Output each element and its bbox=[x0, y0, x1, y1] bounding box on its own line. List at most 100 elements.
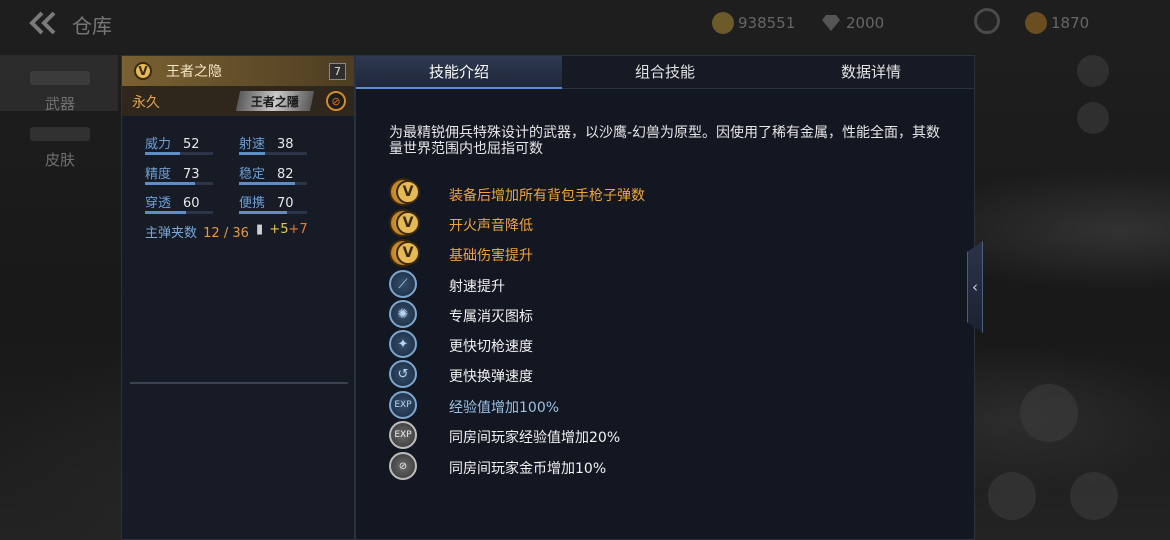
stat-stability: 稳定 82 bbox=[239, 163, 307, 185]
gold-currency: 938551 bbox=[712, 11, 795, 35]
tab-data-details[interactable]: 数据详情 bbox=[768, 56, 974, 89]
token-icon bbox=[1025, 12, 1047, 34]
stat-bar bbox=[239, 211, 307, 214]
top-bar: 仓库 938551 2000 1870 bbox=[0, 0, 1170, 46]
category-nav: 武器 皮肤 bbox=[0, 55, 118, 169]
stat-penetration: 穿透 60 bbox=[145, 192, 213, 214]
stat-bar bbox=[239, 182, 307, 185]
vip-badge-icon: V bbox=[134, 62, 152, 80]
skill-row: ⊘ bbox=[389, 452, 417, 480]
stat-bar bbox=[145, 152, 213, 155]
swap-icon[interactable] bbox=[988, 472, 1036, 520]
bullet-bonus: ▮ +5+7 bbox=[256, 222, 308, 237]
weapon-header: V 王者之隐 7 bbox=[122, 56, 354, 86]
vip-badge-icon: V bbox=[396, 180, 420, 204]
stat-accuracy: 精度 73 bbox=[145, 163, 213, 185]
stat-bar bbox=[145, 182, 213, 185]
skill-row: ✺ bbox=[389, 300, 417, 328]
stat-value: 70 bbox=[277, 196, 294, 211]
stat-fire-rate: 射速 38 bbox=[239, 133, 307, 155]
info-panel: 技能介绍 组合技能 数据详情 为最精锐佣兵特殊设计的武器，以沙鹰-幻兽为原型。因… bbox=[355, 55, 983, 540]
stat-value: 38 bbox=[277, 137, 294, 152]
weapon-level: 7 bbox=[329, 63, 346, 80]
target-icon[interactable] bbox=[1077, 55, 1109, 87]
vip-badge-icon: V bbox=[396, 211, 420, 235]
skill-row: ✦ bbox=[389, 330, 417, 358]
weapon-emblem-tag: 王者之隱 bbox=[235, 91, 315, 111]
rifle-icon bbox=[30, 127, 90, 141]
bullet-bonus-1: +5 bbox=[269, 222, 289, 237]
skill-label: 基础伤害提升 bbox=[449, 248, 533, 264]
knife-icon[interactable] bbox=[1020, 384, 1078, 442]
skill-row: ⟋ bbox=[389, 270, 417, 298]
skill-label: 同房间玩家金币增加10% bbox=[449, 461, 607, 477]
stat-name: 精度 bbox=[145, 167, 172, 182]
weapon-rack-icon[interactable] bbox=[1070, 472, 1118, 520]
weapon-name: 王者之隐 bbox=[166, 64, 222, 80]
reload-icon: ↺ bbox=[389, 360, 417, 388]
skill-label: 经验值增加100% bbox=[449, 400, 560, 416]
weapon-subheader: 永久 王者之隱 ⊘ bbox=[122, 86, 354, 116]
no-trade-icon: ⊘ bbox=[326, 91, 346, 111]
vip-badge-icon: V bbox=[396, 241, 420, 265]
stat-bar bbox=[145, 211, 213, 214]
skill-row: EXP bbox=[389, 421, 417, 449]
magazine-value: 12 / 36 bbox=[203, 226, 249, 241]
divider bbox=[130, 382, 348, 384]
skill-label: 更快切枪速度 bbox=[449, 339, 533, 355]
diamond-value: 2000 bbox=[846, 14, 885, 32]
tab-skill-intro[interactable]: 技能介绍 bbox=[356, 56, 562, 89]
gold-coin-icon bbox=[712, 12, 734, 34]
stat-name: 威力 bbox=[145, 137, 172, 152]
stat-name: 便携 bbox=[239, 196, 266, 211]
skill-row: ↺ bbox=[389, 360, 417, 388]
room-coin-icon: ⊘ bbox=[389, 452, 417, 480]
bullet-icon: ▮ bbox=[256, 222, 264, 237]
kill-emblem-icon: ✺ bbox=[389, 300, 417, 328]
rifle-icon bbox=[30, 71, 90, 85]
skill-label: 更快换弹速度 bbox=[449, 369, 533, 385]
nav-item-weapons[interactable]: 武器 bbox=[0, 55, 118, 113]
stat-value: 82 bbox=[277, 167, 294, 182]
double-chevron-left-icon[interactable] bbox=[28, 10, 58, 36]
duration-label: 永久 bbox=[132, 95, 160, 111]
page-title: 仓库 bbox=[72, 14, 112, 38]
stat-power: 威力 52 bbox=[145, 133, 213, 155]
stat-value: 60 bbox=[183, 196, 200, 211]
nav-item-skins[interactable]: 皮肤 bbox=[0, 111, 118, 169]
orb-icon bbox=[974, 8, 1000, 34]
nav-label: 皮肤 bbox=[45, 151, 76, 169]
diamond-icon bbox=[820, 12, 842, 34]
stat-portability: 便携 70 bbox=[239, 192, 307, 214]
stat-value: 52 bbox=[183, 137, 200, 152]
tab-bar: 技能介绍 组合技能 数据详情 bbox=[356, 56, 974, 89]
stat-name: 射速 bbox=[239, 137, 266, 152]
magazine-info: 主弹夹数 12 / 36 bbox=[145, 222, 249, 241]
chevron-left-icon: ‹ bbox=[972, 278, 978, 296]
view-toggle-icon[interactable] bbox=[1077, 102, 1109, 134]
exp-icon: EXP bbox=[389, 391, 417, 419]
diamond-currency: 2000 bbox=[820, 11, 884, 35]
tab-combo-skills[interactable]: 组合技能 bbox=[562, 56, 768, 89]
weapon-switch-icon: ✦ bbox=[389, 330, 417, 358]
stat-name: 穿透 bbox=[145, 196, 172, 211]
magazine-label: 主弹夹数 bbox=[145, 226, 198, 241]
stat-bar bbox=[239, 152, 307, 155]
bullet-bonus-2: +7 bbox=[288, 222, 308, 237]
room-exp-icon: EXP bbox=[389, 421, 417, 449]
stat-value: 73 bbox=[183, 167, 200, 182]
weapon-description: 为最精锐佣兵特殊设计的武器，以沙鹰-幻兽为原型。因使用了稀有金属，性能全面，其数… bbox=[389, 125, 941, 157]
stat-name: 稳定 bbox=[239, 167, 266, 182]
weapon-detail-panel: V 王者之隐 7 永久 王者之隱 ⊘ 威力 52 射速 38 精度 73 稳定 82 穿… bbox=[121, 55, 355, 540]
skill-label: 装备后增加所有背包手枪子弹数 bbox=[449, 188, 645, 204]
collapse-panel-button[interactable]: ‹ bbox=[967, 241, 983, 333]
token-value: 1870 bbox=[1051, 14, 1090, 32]
fire-rate-icon: ⟋ bbox=[389, 270, 417, 298]
skill-label: 射速提升 bbox=[449, 279, 505, 295]
token-currency: 1870 bbox=[1025, 11, 1089, 35]
skill-label: 同房间玩家经验值增加20% bbox=[449, 430, 621, 446]
skill-row: EXP bbox=[389, 391, 417, 419]
skill-label: 专属消灭图标 bbox=[449, 309, 533, 325]
skill-label: 开火声音降低 bbox=[449, 218, 533, 234]
emblem-text: 王者之隱 bbox=[250, 94, 299, 109]
